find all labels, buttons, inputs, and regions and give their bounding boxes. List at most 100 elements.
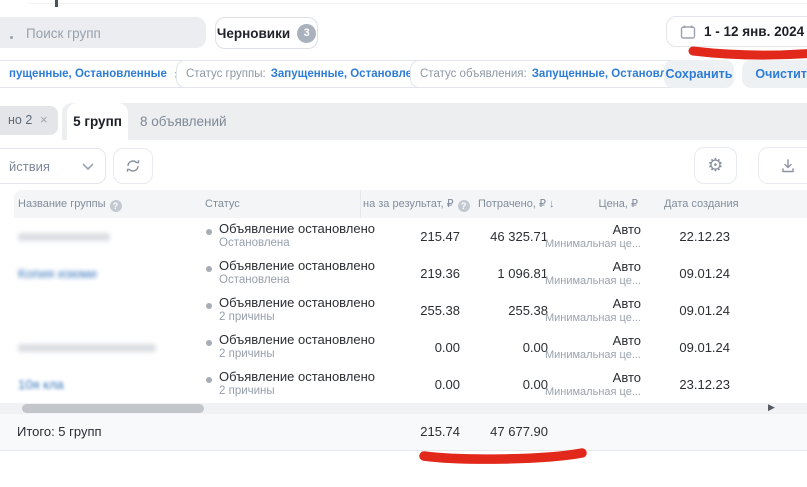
price-strategy: Минимальная це... — [521, 312, 641, 324]
cost-per-result-value: 0.00 — [370, 340, 460, 355]
filter-chip-value: пущенные, Остановленные — [9, 68, 167, 80]
download-icon — [780, 158, 796, 174]
cost-per-result-value: 0.00 — [370, 377, 460, 392]
column-header-name[interactable]: Название группы — [18, 190, 122, 218]
cost-per-result-value: 215.47 — [370, 229, 460, 244]
filter-chip-label: Статус группы: — [186, 68, 266, 80]
price-strategy: Минимальная це... — [521, 349, 641, 361]
price-strategy: Минимальная це... — [521, 386, 641, 398]
date-range-value: 1 - 12 янв. 2024 — [704, 24, 804, 39]
totals-label: Итого: 5 групп — [17, 424, 102, 439]
status-subtext: 2 причины — [219, 311, 375, 323]
created-date: 23.12.23 — [650, 377, 730, 392]
sort-desc-icon — [546, 198, 555, 210]
created-date: 09.01.24 — [650, 266, 730, 281]
cost-per-result-value: 219.36 — [370, 266, 460, 281]
calendar-icon — [680, 24, 696, 40]
help-icon[interactable] — [110, 200, 122, 212]
column-header-created[interactable]: Дата создания — [664, 190, 739, 218]
date-range-picker[interactable]: 1 - 12 янв. 2024 — [666, 16, 807, 47]
price-cell: Авто Минимальная це... — [521, 259, 641, 287]
search-input[interactable] — [24, 17, 198, 50]
column-header-status[interactable]: Статус — [205, 190, 240, 218]
drafts-button[interactable]: Черновики 3 — [215, 17, 318, 49]
price-mode: Авто — [521, 222, 641, 237]
status-subtext: 2 причины — [219, 348, 375, 360]
status-text: Объявление остановлено — [219, 258, 375, 273]
ads-manager-screen: Черновики 3 1 - 12 янв. 2024 пущенные, О… — [0, 0, 807, 487]
status-dot-icon — [206, 303, 212, 309]
status-text: Объявление остановлено — [219, 369, 375, 384]
price-cell: Авто Минимальная це... — [521, 333, 641, 361]
totals-spent: 47 677.90 — [448, 424, 548, 439]
status-cell: Объявление остановлено 2 причины — [205, 295, 375, 323]
table-row: Объявление остановлено Остановлена 215.4… — [14, 218, 807, 256]
price-cell: Авто Минимальная це... — [521, 370, 641, 398]
table-row: 10я кла Объявление остановлено 2 причины… — [14, 366, 807, 404]
top-divider — [28, 3, 807, 4]
price-mode: Авто — [521, 333, 641, 348]
tab-groups[interactable]: 5 групп — [67, 103, 128, 140]
table-footer: Итого: 5 групп 215.74 47 677.90 — [0, 414, 807, 451]
status-subtext: Остановлена — [219, 274, 375, 286]
price-cell: Авто Минимальная це... — [521, 222, 641, 250]
table-row: Объявление остановлено 2 причины 0.00 0.… — [14, 329, 807, 367]
status-dot-icon — [206, 229, 212, 235]
cost-per-result-value: 255.38 — [370, 303, 460, 318]
status-dot-icon — [206, 266, 212, 272]
status-subtext: 2 причины — [219, 385, 375, 397]
red-underline-totals — [424, 453, 582, 459]
group-name-cell — [18, 218, 198, 255]
status-cell: Объявление остановлено Остановлена — [205, 221, 375, 249]
group-name-link[interactable]: Копия изюми — [18, 266, 97, 281]
status-text: Объявление остановлено — [219, 295, 375, 310]
drafts-count-badge: 3 — [297, 24, 316, 43]
chevron-down-icon — [82, 163, 94, 171]
group-name-redacted — [18, 233, 110, 241]
totals-cost-per-result: 215.74 — [370, 424, 460, 439]
group-name-link[interactable]: 10я кла — [18, 377, 64, 392]
price-mode: Авто — [521, 296, 641, 311]
scroll-right-icon[interactable] — [768, 402, 775, 413]
drafts-label: Черновики — [217, 26, 290, 41]
filter-chip-label: Статус объявления: — [420, 68, 527, 80]
selected-items-chip[interactable]: но 2 — [0, 106, 58, 135]
status-dot-icon — [206, 377, 212, 383]
save-filters-button[interactable]: Сохранить — [664, 60, 734, 88]
created-date: 09.01.24 — [650, 303, 730, 318]
group-name-cell — [18, 329, 198, 366]
price-strategy: Минимальная це... — [521, 275, 641, 287]
clear-filters-button[interactable]: Очистить — [742, 60, 807, 88]
price-mode: Авто — [521, 259, 641, 274]
actions-dropdown[interactable]: йствия — [0, 148, 106, 184]
column-header-price[interactable]: Цена, ₽ — [598, 190, 638, 218]
status-subtext: Остановлена — [219, 237, 375, 249]
export-button[interactable] — [758, 147, 807, 184]
status-text: Объявление остановлено — [219, 332, 375, 347]
horizontal-scrollbar-thumb[interactable] — [22, 404, 204, 413]
table-header: Название группы Статус на за результат, … — [14, 190, 807, 218]
help-icon[interactable] — [458, 200, 470, 212]
price-cell: Авто Минимальная це... — [521, 296, 641, 324]
table-row: Объявление остановлено 2 причины 255.38 … — [14, 292, 807, 330]
column-header-cost-per-result[interactable]: на за результат, ₽ — [363, 190, 470, 218]
group-name-cell: 10я кла — [18, 366, 198, 403]
filter-chip-campaign-status[interactable]: пущенные, Остановленные — [0, 60, 191, 88]
price-strategy: Минимальная це... — [521, 238, 641, 250]
search-icon — [10, 36, 13, 39]
status-cell: Объявление остановлено Остановлена — [205, 258, 375, 286]
group-search-field[interactable] — [0, 17, 206, 48]
red-underline-date — [693, 51, 807, 55]
gear-icon: ⚙ — [707, 155, 723, 176]
group-name-cell: Копия изюми — [18, 255, 198, 292]
table-settings-button[interactable]: ⚙ — [694, 147, 737, 184]
refresh-button[interactable] — [113, 148, 153, 184]
group-name-cell — [18, 292, 198, 329]
selected-items-label: но 2 — [8, 113, 32, 127]
tab-ads[interactable]: 8 объявлений — [140, 103, 227, 140]
close-icon[interactable] — [40, 113, 48, 126]
price-mode: Авто — [521, 370, 641, 385]
column-header-spent[interactable]: Потрачено, ₽ — [478, 190, 555, 218]
created-date: 09.01.24 — [650, 340, 730, 355]
actions-dropdown-label: йствия — [9, 159, 50, 174]
